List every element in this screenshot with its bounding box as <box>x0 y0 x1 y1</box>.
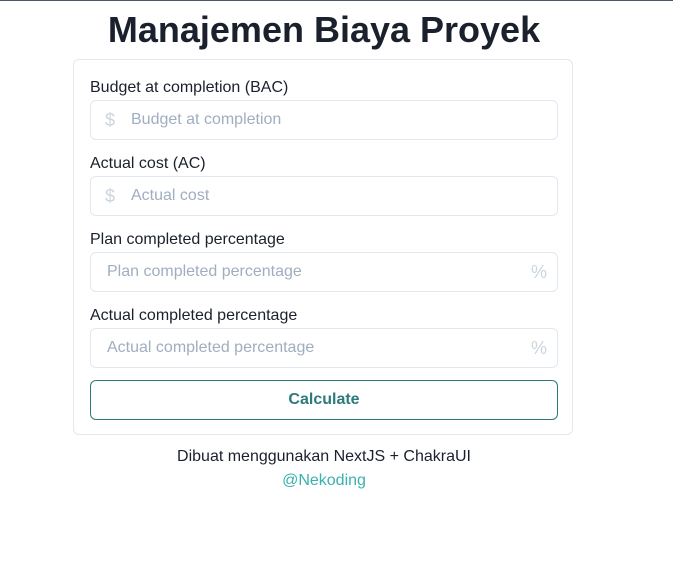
author-link[interactable]: @Nekoding <box>0 471 648 491</box>
percent-icon: % <box>530 338 547 358</box>
dollar-icon: $ <box>105 110 116 130</box>
plan-percentage-label: Plan completed percentage <box>90 231 285 248</box>
top-border <box>0 0 673 1</box>
bac-input-group: $ <box>90 100 558 140</box>
ac-label: Actual cost (AC) <box>90 155 206 172</box>
plan-percentage-input[interactable] <box>107 253 517 291</box>
actual-percentage-input[interactable] <box>107 329 517 367</box>
calculate-button[interactable]: Calculate <box>90 380 558 420</box>
footer-credit: Dibuat menggunakan NextJS + ChakraUI <box>177 448 471 465</box>
dollar-icon: $ <box>105 186 116 206</box>
actual-percentage-input-group: % <box>90 328 558 368</box>
bac-label: Budget at completion (BAC) <box>90 79 289 96</box>
actual-percentage-label: Actual completed percentage <box>90 307 298 324</box>
plan-percentage-input-group: % <box>90 252 558 292</box>
calculator-card: Budget at completion (BAC) $ Actual cost… <box>73 59 573 435</box>
page-title: Manajemen Biaya Proyek <box>107 9 541 50</box>
percent-icon: % <box>530 262 547 282</box>
ac-input[interactable] <box>131 177 541 215</box>
bac-input[interactable] <box>131 101 541 139</box>
ac-input-group: $ <box>90 176 558 216</box>
